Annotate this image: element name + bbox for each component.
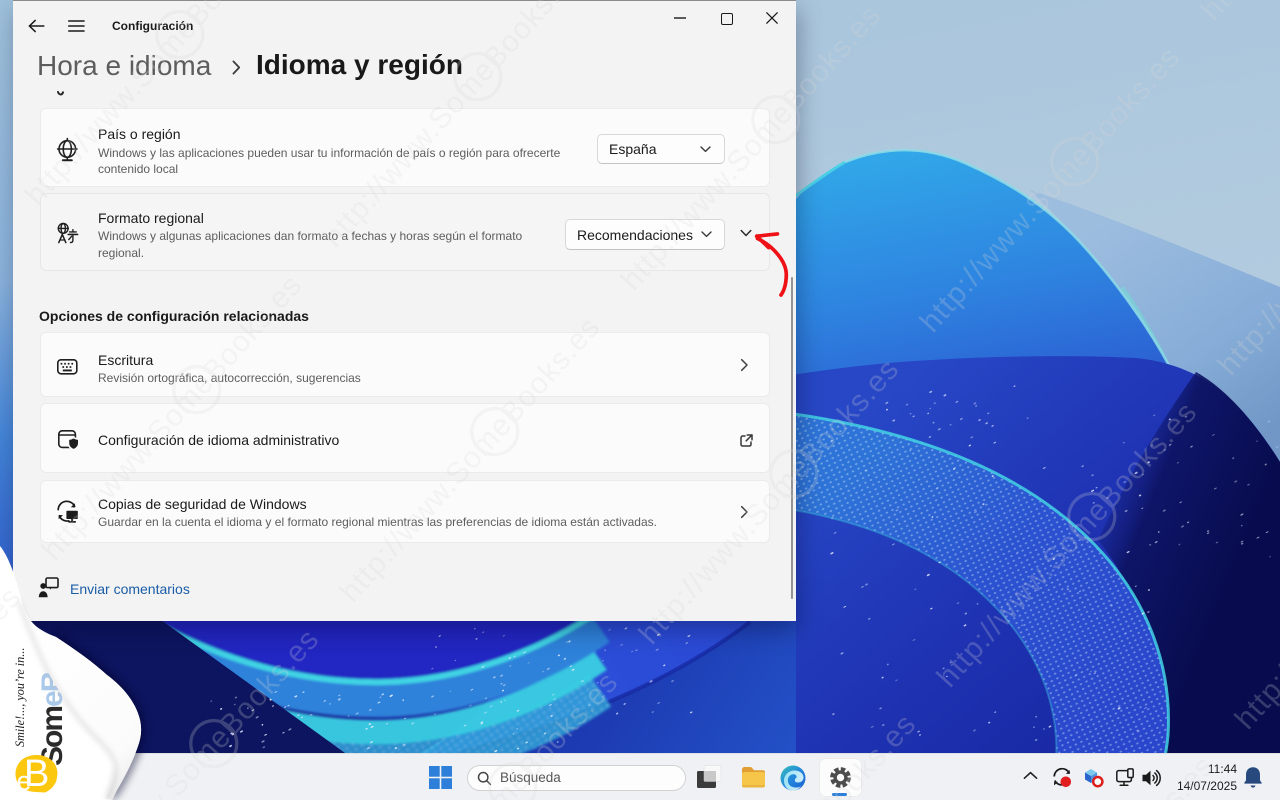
svg-text:e: e [17,766,32,796]
svg-text:Smile!..., you’re in...: Smile!..., you’re in... [13,648,27,747]
